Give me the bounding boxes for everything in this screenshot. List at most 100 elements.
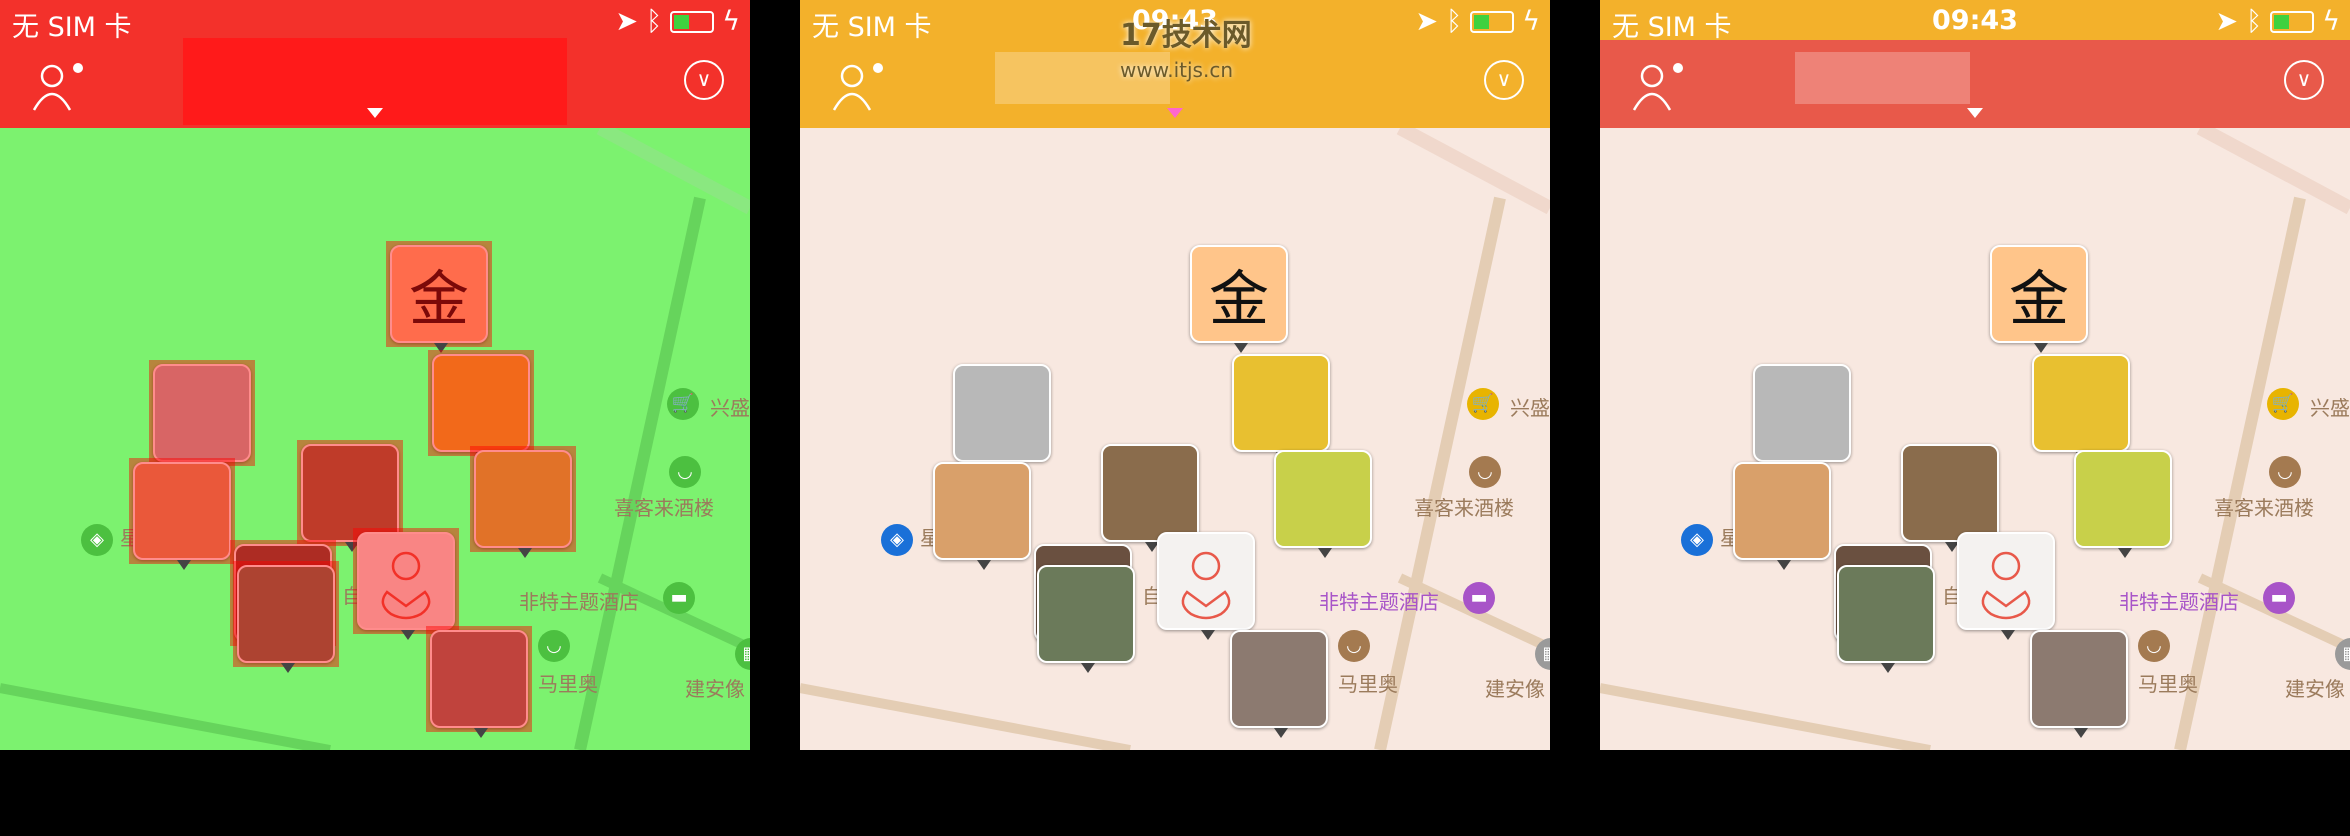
map-roads bbox=[1600, 128, 2350, 750]
poi-bed-icon[interactable]: ▬ bbox=[1463, 582, 1495, 614]
location-icon: ➤ bbox=[615, 6, 638, 37]
battery-icon bbox=[1470, 10, 1515, 33]
poi-bed-icon[interactable]: ▬ bbox=[2263, 582, 2295, 614]
bluetooth-icon: ᛒ bbox=[2245, 6, 2263, 37]
title-dropdown[interactable] bbox=[1795, 52, 1970, 104]
menu-chevron-button[interactable]: ∨ bbox=[1484, 60, 1524, 100]
poi-bed-icon[interactable]: ▬ bbox=[663, 582, 695, 614]
map-view[interactable]: 🛒 兴盛◡ 喜客来酒楼▬ 非特主题酒店◡ 马里奥▦ 建安像◈ 星◡ 自金 bbox=[1600, 128, 2350, 750]
map-roads bbox=[0, 128, 750, 750]
poi-label[interactable]: 非特主题酒店 bbox=[1319, 586, 1439, 615]
user-photo-marker[interactable] bbox=[149, 360, 255, 472]
poi-label[interactable]: 兴盛 bbox=[2310, 392, 2350, 421]
poi-bank-icon[interactable]: ◈ bbox=[881, 524, 913, 556]
user-photo-marker[interactable] bbox=[2030, 630, 2128, 738]
poi-bowl-icon[interactable]: ◡ bbox=[669, 456, 701, 488]
bluetooth-icon: ᛒ bbox=[645, 6, 663, 37]
dropdown-arrow-icon[interactable] bbox=[1967, 108, 1983, 118]
poi-cart-icon[interactable]: 🛒 bbox=[1467, 388, 1499, 420]
poi-bowl-icon[interactable]: ◡ bbox=[2138, 630, 2170, 662]
battery-icon bbox=[2270, 10, 2315, 33]
user-photo-marker[interactable]: 金 bbox=[1190, 245, 1288, 353]
map-view[interactable]: 🛒 兴盛◡ 喜客来酒楼▬ 非特主题酒店◡ 马里奥▦ 建安像◈ 星◡ 自金 bbox=[0, 128, 750, 750]
user-photo-marker[interactable] bbox=[2074, 450, 2172, 558]
profile-button[interactable] bbox=[30, 60, 90, 112]
poi-bowl-icon[interactable]: ◡ bbox=[538, 630, 570, 662]
bluetooth-icon: ᛒ bbox=[1445, 6, 1463, 37]
poi-cart-icon[interactable]: 🛒 bbox=[667, 388, 699, 420]
user-photo-marker[interactable] bbox=[1101, 444, 1199, 552]
debug-overlay bbox=[428, 350, 534, 456]
debug-overlay bbox=[149, 360, 255, 466]
user-photo-marker[interactable] bbox=[1230, 630, 1328, 738]
poi-label[interactable]: 马里奥 bbox=[1338, 668, 1398, 697]
user-photo-marker[interactable] bbox=[233, 561, 339, 673]
profile-button[interactable] bbox=[1630, 60, 1690, 112]
map-roads bbox=[800, 128, 1550, 750]
poi-bowl-icon[interactable]: ◡ bbox=[2269, 456, 2301, 488]
location-icon: ➤ bbox=[1415, 6, 1438, 37]
poi-label[interactable]: 非特主题酒店 bbox=[519, 586, 639, 615]
user-photo-marker[interactable] bbox=[1753, 364, 1851, 472]
phone-screen-debug-overlay: 无 SIM 卡 ➤ᛒϟ ∨ 🛒 兴盛◡ 喜客来酒楼▬ 非特主题酒店◡ 马里奥▦ … bbox=[0, 0, 750, 750]
debug-overlay bbox=[470, 446, 576, 552]
poi-label[interactable]: 建安像 bbox=[685, 673, 745, 702]
user-photo-marker[interactable]: 金 bbox=[1990, 245, 2088, 353]
dropdown-arrow-icon[interactable] bbox=[367, 108, 383, 118]
user-photo-marker[interactable] bbox=[428, 350, 534, 462]
user-photo-marker[interactable] bbox=[1901, 444, 1999, 552]
debug-overlay bbox=[386, 241, 492, 347]
user-photo-marker[interactable] bbox=[426, 626, 532, 738]
user-photo-marker[interactable] bbox=[1274, 450, 1372, 558]
watermark-logo: 17技术网 www.itjs.cn bbox=[1120, 18, 1252, 82]
menu-chevron-button[interactable]: ∨ bbox=[684, 60, 724, 100]
poi-label[interactable]: 建安像 bbox=[2285, 673, 2345, 702]
phone-screen-orange: 无 SIM 卡 09:43 ➤ ᛒ ϟ 17技术网 www.itjs.cn ∨ 🛒 兴… bbox=[800, 0, 1550, 750]
debug-overlay bbox=[129, 458, 235, 564]
debug-overlay bbox=[233, 561, 339, 667]
user-photo-marker[interactable] bbox=[353, 528, 459, 640]
user-photo-marker[interactable] bbox=[1037, 565, 1135, 673]
user-photo-marker[interactable] bbox=[1837, 565, 1935, 673]
nav-header: ∨ bbox=[0, 38, 750, 128]
poi-label[interactable]: 马里奥 bbox=[2138, 668, 2198, 697]
battery-icon bbox=[670, 10, 715, 33]
poi-label[interactable]: 建安像 bbox=[1485, 673, 1545, 702]
user-photo-marker[interactable] bbox=[2032, 354, 2130, 462]
user-photo-marker[interactable] bbox=[470, 446, 576, 558]
poi-bank-icon[interactable]: ◈ bbox=[81, 524, 113, 556]
poi-label[interactable]: 兴盛 bbox=[1510, 392, 1550, 421]
user-photo-marker[interactable] bbox=[953, 364, 1051, 472]
debug-overlay bbox=[426, 626, 532, 732]
dropdown-arrow-icon[interactable] bbox=[1167, 108, 1183, 118]
user-photo-marker[interactable]: 金 bbox=[386, 241, 492, 353]
menu-chevron-button[interactable]: ∨ bbox=[2284, 60, 2324, 100]
poi-label[interactable]: 非特主题酒店 bbox=[2119, 586, 2239, 615]
poi-bowl-icon[interactable]: ◡ bbox=[1338, 630, 1370, 662]
nav-header: 17技术网 www.itjs.cn ∨ bbox=[800, 18, 1550, 128]
user-photo-marker[interactable] bbox=[1232, 354, 1330, 462]
debug-overlay bbox=[353, 528, 459, 634]
poi-bank-icon[interactable]: ◈ bbox=[1681, 524, 1713, 556]
poi-label[interactable]: 喜客来酒楼 bbox=[614, 492, 714, 521]
default-user-icon bbox=[1181, 551, 1231, 620]
user-photo-marker[interactable] bbox=[933, 462, 1031, 570]
poi-label[interactable]: 喜客来酒楼 bbox=[2214, 492, 2314, 521]
poi-cart-icon[interactable]: 🛒 bbox=[2267, 388, 2299, 420]
poi-bowl-icon[interactable]: ◡ bbox=[1469, 456, 1501, 488]
carrier-text: 无 SIM 卡 bbox=[12, 12, 132, 43]
user-photo-marker[interactable] bbox=[1957, 532, 2055, 640]
marker-glyph: 金 bbox=[1209, 264, 1269, 335]
poi-label[interactable]: 喜客来酒楼 bbox=[1414, 492, 1514, 521]
charging-icon: ϟ bbox=[1522, 6, 1540, 37]
profile-button[interactable] bbox=[830, 60, 890, 112]
user-photo-marker[interactable] bbox=[1157, 532, 1255, 640]
charging-icon: ϟ bbox=[2322, 6, 2340, 37]
marker-glyph: 金 bbox=[2009, 264, 2069, 335]
map-view[interactable]: 🛒 兴盛◡ 喜客来酒楼▬ 非特主题酒店◡ 马里奥▦ 建安像◈ 星◡ 自金 bbox=[800, 128, 1550, 750]
poi-label[interactable]: 马里奥 bbox=[538, 668, 598, 697]
poi-label[interactable]: 兴盛 bbox=[710, 392, 750, 421]
nav-header: ∨ bbox=[1600, 40, 2350, 128]
user-photo-marker[interactable] bbox=[129, 458, 235, 570]
user-photo-marker[interactable] bbox=[1733, 462, 1831, 570]
